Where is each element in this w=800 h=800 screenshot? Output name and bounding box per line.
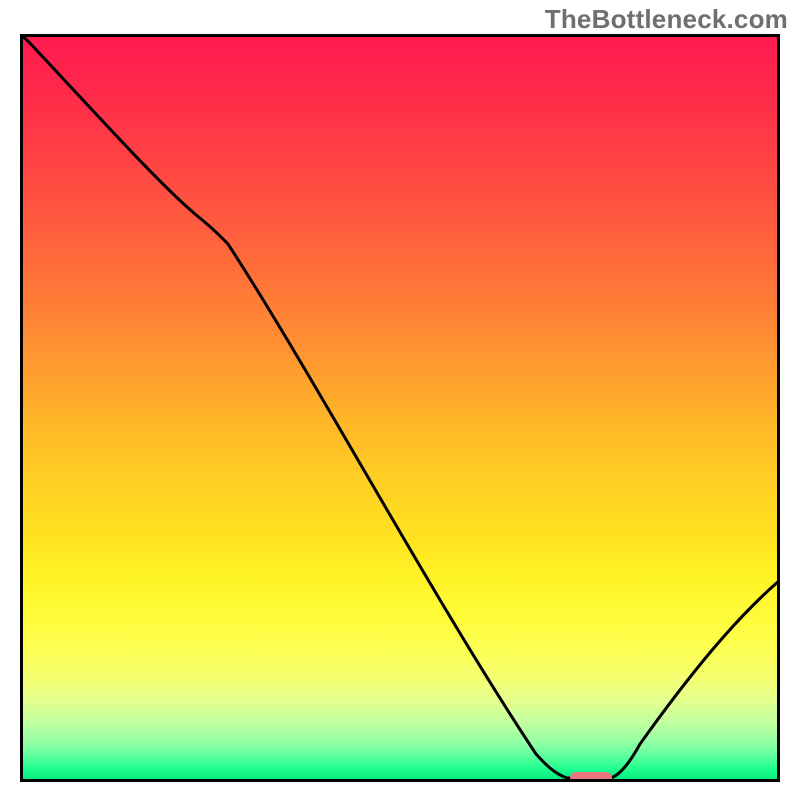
optimal-marker	[570, 772, 612, 782]
watermark-text: TheBottleneck.com	[545, 4, 788, 35]
chart-root: TheBottleneck.com	[0, 0, 800, 800]
curve-layer	[20, 34, 780, 782]
plot-area	[20, 34, 780, 782]
bottleneck-curve	[20, 34, 780, 778]
